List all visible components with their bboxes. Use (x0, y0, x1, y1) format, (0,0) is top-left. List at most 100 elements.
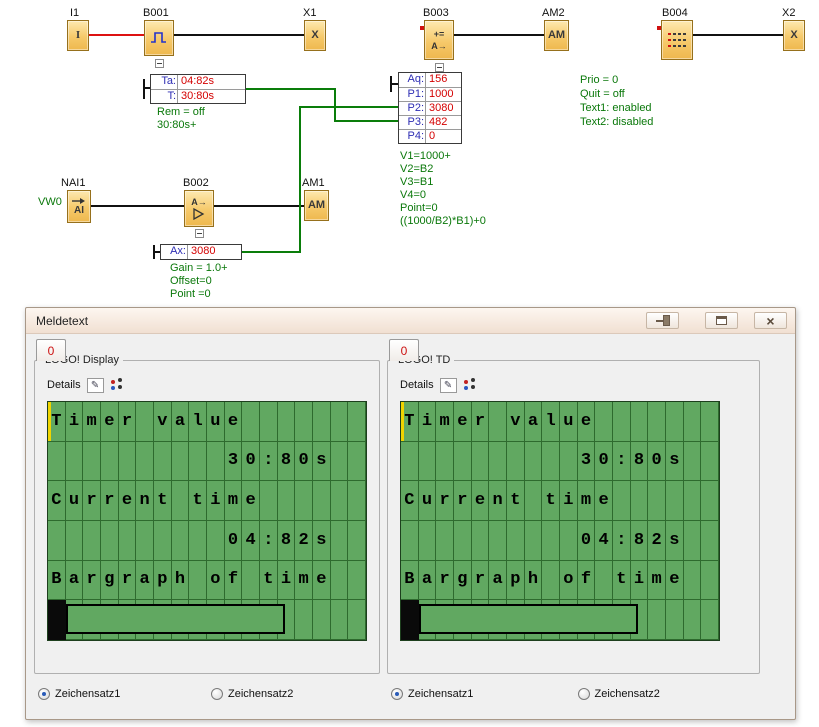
lcd-cell-r2c17[interactable] (701, 481, 719, 521)
edit-message-icon[interactable]: ✎ (440, 378, 457, 393)
lcd-cell-r1c16[interactable] (331, 442, 349, 482)
wire-b004-x2[interactable] (693, 34, 783, 36)
lcd-cell-r0c14[interactable] (295, 402, 313, 442)
lcd-cell-r1c16[interactable] (684, 442, 702, 482)
lcd-cell-r1c7[interactable] (172, 442, 190, 482)
wire-i1-b001[interactable] (89, 34, 144, 36)
lcd-cell-r0c13[interactable] (278, 402, 296, 442)
lcd-cell-r2c0[interactable]: C (48, 481, 66, 521)
lcd-cell-r3c0[interactable] (48, 521, 66, 561)
lcd-cell-r2c10[interactable]: m (578, 481, 596, 521)
lcd-cell-r0c16[interactable] (684, 402, 702, 442)
lcd-cell-r4c14[interactable]: m (648, 561, 666, 601)
lcd-cell-r2c10[interactable]: m (225, 481, 243, 521)
lcd-cell-r2c1[interactable]: u (419, 481, 437, 521)
radio-item-zeichensatz2[interactable]: Zeichensatz2 (574, 688, 761, 700)
lcd-cell-r1c8[interactable] (542, 442, 560, 482)
lcd-cell-r3c4[interactable] (119, 521, 137, 561)
lcd-cell-r3c9[interactable] (207, 521, 225, 561)
lcd-cell-r1c7[interactable] (525, 442, 543, 482)
lcd-cell-r1c12[interactable]: : (260, 442, 278, 482)
lcd-cell-r1c10[interactable]: 3 (578, 442, 596, 482)
lcd-cell-r2c2[interactable]: r (83, 481, 101, 521)
lcd-cell-r2c2[interactable]: r (436, 481, 454, 521)
lcd-cell-r0c13[interactable] (631, 402, 649, 442)
lcd-cell-r3c12[interactable]: : (260, 521, 278, 561)
lcd-cell-r4c17[interactable] (348, 561, 366, 601)
lcd-cell-r5c16[interactable] (684, 600, 702, 640)
lcd-cell-r2c11[interactable]: e (595, 481, 613, 521)
lcd-cell-r5c15[interactable] (313, 600, 331, 640)
lcd-cell-r1c11[interactable]: 0 (242, 442, 260, 482)
lcd-cell-r0c1[interactable]: i (66, 402, 84, 442)
lcd-cell-r0c3[interactable]: e (101, 402, 119, 442)
block-b001[interactable] (144, 20, 174, 56)
lcd-cell-r0c2[interactable]: m (436, 402, 454, 442)
lcd-cell-r0c3[interactable]: e (454, 402, 472, 442)
lcd-cell-r4c6[interactable]: p (507, 561, 525, 601)
block-am1[interactable]: AM (304, 190, 329, 221)
wire-b002-ref-h2[interactable] (299, 106, 398, 108)
lcd-cell-r5c14[interactable] (648, 600, 666, 640)
lcd-cell-r0c12[interactable] (260, 402, 278, 442)
lcd-cell-r2c13[interactable] (631, 481, 649, 521)
lcd-cell-r2c4[interactable]: e (472, 481, 490, 521)
lcd-cell-r0c16[interactable] (331, 402, 349, 442)
lcd-cell-r3c10[interactable]: 0 (578, 521, 596, 561)
lcd-cell-r4c10[interactable]: f (225, 561, 243, 601)
lcd-cell-r3c11[interactable]: 4 (595, 521, 613, 561)
edit-message-icon[interactable]: ✎ (87, 378, 104, 393)
lcd-cell-r0c17[interactable] (348, 402, 366, 442)
lcd-cell-r2c12[interactable] (613, 481, 631, 521)
lcd-cell-r5c15[interactable] (666, 600, 684, 640)
lcd-cell-r3c1[interactable] (419, 521, 437, 561)
collapse-b002[interactable] (195, 229, 204, 238)
lcd-cell-r0c0[interactable]: T (48, 402, 66, 442)
wire-b001-ref-v[interactable] (334, 88, 336, 122)
lcd-cell-r2c7[interactable] (172, 481, 190, 521)
close-button[interactable]: × (754, 312, 787, 329)
lcd-cell-r3c6[interactable] (507, 521, 525, 561)
lcd-cell-r3c11[interactable]: 4 (242, 521, 260, 561)
block-b002[interactable]: A→ (184, 190, 214, 227)
wire-b002-ref-h1[interactable] (242, 251, 301, 253)
lcd-cell-r2c3[interactable]: r (454, 481, 472, 521)
lcd-cell-r4c12[interactable]: t (260, 561, 278, 601)
lcd-cell-r0c10[interactable]: e (578, 402, 596, 442)
lcd-cell-r4c9[interactable]: o (560, 561, 578, 601)
lcd-cell-r4c7[interactable]: h (172, 561, 190, 601)
lcd-cell-r4c11[interactable] (242, 561, 260, 601)
lcd-cell-r1c4[interactable] (119, 442, 137, 482)
lcd-cell-r0c10[interactable]: e (225, 402, 243, 442)
lcd-cell-r2c17[interactable] (348, 481, 366, 521)
lcd-cell-r2c13[interactable] (278, 481, 296, 521)
lcd-cell-r2c5[interactable]: n (489, 481, 507, 521)
lcd-cell-r0c6[interactable]: v (154, 402, 172, 442)
lcd-cell-r5c17[interactable] (701, 600, 719, 640)
lcd-cell-r2c14[interactable] (648, 481, 666, 521)
lcd-cell-r1c17[interactable] (701, 442, 719, 482)
lcd-cell-r1c1[interactable] (66, 442, 84, 482)
radio-button-zeichensatz2[interactable] (578, 688, 590, 700)
radio-item-zeichensatz2[interactable]: Zeichensatz2 (207, 688, 380, 700)
restore-button[interactable] (705, 312, 738, 329)
lcd-cell-r3c8[interactable] (189, 521, 207, 561)
block-b004[interactable] (661, 20, 693, 60)
lcd-cell-r3c12[interactable]: : (613, 521, 631, 561)
lcd-cell-r2c15[interactable] (313, 481, 331, 521)
lcd-cell-r2c7[interactable] (525, 481, 543, 521)
lcd-cell-r1c5[interactable] (489, 442, 507, 482)
lcd-cell-r3c17[interactable] (701, 521, 719, 561)
dialog-titlebar[interactable]: Meldetext × (26, 308, 795, 334)
lcd-cell-r5c17[interactable] (348, 600, 366, 640)
lcd-cell-r2c5[interactable]: n (136, 481, 154, 521)
lcd-cell-r3c5[interactable] (489, 521, 507, 561)
lcd-cell-r3c2[interactable] (83, 521, 101, 561)
lcd-cell-r4c4[interactable]: r (472, 561, 490, 601)
lcd-cell-r2c3[interactable]: r (101, 481, 119, 521)
lcd-cell-r2c9[interactable]: i (560, 481, 578, 521)
lcd-cell-r2c0[interactable]: C (401, 481, 419, 521)
lcd-cell-r4c1[interactable]: a (66, 561, 84, 601)
lcd-cell-r2c15[interactable] (666, 481, 684, 521)
lcd-cell-r4c15[interactable]: e (666, 561, 684, 601)
